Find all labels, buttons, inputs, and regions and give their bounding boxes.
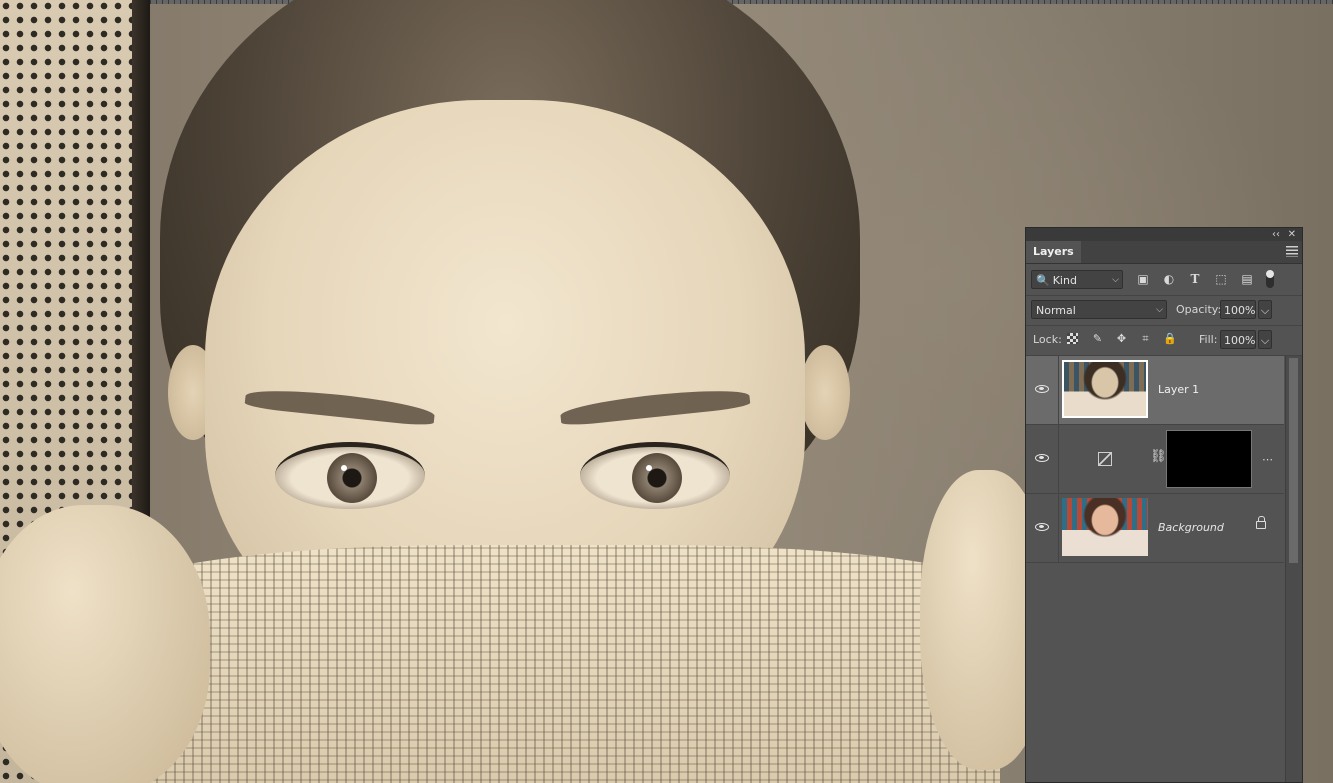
layers-list: Layer 1 ⛓ ⋯ Background [1026, 356, 1284, 563]
shape-icon[interactable]: ⬚ [1214, 272, 1228, 286]
subject-left-eye [275, 442, 425, 509]
layer-row-background[interactable]: Background [1026, 494, 1284, 563]
subject-right-eye [580, 442, 730, 509]
lock-image-pixels-icon[interactable]: ✎ [1091, 332, 1104, 345]
layer-name[interactable]: Layer 1 [1158, 383, 1199, 396]
visibility-toggle[interactable] [1026, 356, 1059, 424]
layer-thumbnail [1062, 498, 1148, 556]
subject-left-hand [0, 505, 210, 783]
image-icon[interactable]: ▣ [1136, 272, 1150, 286]
lock-row: Lock: ✎ ✥ ⌗ 🔒 Fill: 100% ⌵ [1026, 325, 1302, 356]
lock-position-icon[interactable]: ✥ [1115, 332, 1128, 345]
layer-mask-thumbnail[interactable] [1166, 430, 1252, 488]
adjustment-layer-icon[interactable] [1098, 452, 1112, 466]
tab-layers[interactable]: Layers [1026, 241, 1081, 263]
eye-icon [1035, 523, 1049, 531]
opacity-dropdown[interactable]: ⌵ [1258, 300, 1272, 319]
lock-transparent-pixels-icon[interactable] [1067, 333, 1078, 344]
subject-sweater [120, 545, 1000, 783]
right-iris [632, 453, 682, 503]
fill-input[interactable]: 100% [1220, 330, 1256, 349]
fill-label: Fill: [1199, 333, 1218, 346]
chevron-down-icon: ⌵ [1260, 304, 1270, 317]
layer-row-adjustment[interactable]: ⛓ ⋯ [1026, 425, 1284, 494]
filter-kind-select[interactable]: 🔍 Kind ⌵ [1031, 270, 1123, 289]
chevron-down-icon: ⌵ [1260, 334, 1270, 347]
opacity-input[interactable]: 100% [1220, 300, 1256, 319]
chevron-down-icon: ⌵ [1156, 305, 1163, 315]
panel-menu-icon[interactable] [1286, 246, 1298, 257]
filter-kind-label: Kind [1052, 274, 1077, 287]
visibility-toggle[interactable] [1026, 425, 1059, 493]
type-icon[interactable]: T [1188, 272, 1202, 286]
opacity-label: Opacity: [1176, 303, 1222, 316]
link-icon[interactable]: ⛓ [1150, 449, 1167, 464]
eye-icon [1035, 385, 1049, 393]
scroll-thumb[interactable] [1289, 358, 1298, 563]
chevron-down-icon: ⌵ [1112, 275, 1119, 285]
filter-row: 🔍 Kind ⌵ ▣ ◐ T ⬚ ▤ [1026, 265, 1302, 296]
layer-thumbnail [1062, 360, 1148, 418]
lock-icon [1256, 516, 1266, 529]
fill-dropdown[interactable]: ⌵ [1258, 330, 1272, 349]
collapse-icon[interactable]: ‹‹ [1272, 228, 1280, 241]
smart-object-icon[interactable]: ▤ [1240, 272, 1254, 286]
left-iris [327, 453, 377, 503]
lock-all-icon[interactable]: 🔒 [1163, 332, 1177, 345]
panel-header-bar[interactable]: ‹‹ ✕ [1026, 228, 1302, 241]
layer-row-layer-1[interactable]: Layer 1 [1026, 356, 1284, 425]
lock-label: Lock: [1033, 333, 1062, 346]
subject-right-ear [800, 345, 850, 440]
search-icon: 🔍 [1036, 274, 1050, 287]
blend-mode-value: Normal [1036, 304, 1076, 317]
close-icon[interactable]: ✕ [1288, 228, 1296, 241]
blend-row: Normal ⌵ Opacity: 100% ⌵ [1026, 295, 1302, 326]
visibility-toggle[interactable] [1026, 494, 1059, 562]
panel-tab-bar: Layers [1026, 241, 1302, 264]
eye-icon [1035, 454, 1049, 462]
more-icon[interactable]: ⋯ [1262, 453, 1274, 466]
layer-name[interactable]: Background [1158, 521, 1224, 534]
filter-toggle-switch[interactable] [1266, 270, 1274, 288]
layers-scrollbar[interactable] [1285, 356, 1302, 782]
blend-mode-select[interactable]: Normal ⌵ [1031, 300, 1167, 319]
lock-artboard-icon[interactable]: ⌗ [1139, 332, 1152, 345]
layers-panel: ‹‹ ✕ Layers 🔍 Kind ⌵ ▣ ◐ T ⬚ ▤ Normal ⌵ O… [1025, 227, 1303, 783]
adjustment-icon[interactable]: ◐ [1162, 272, 1176, 286]
